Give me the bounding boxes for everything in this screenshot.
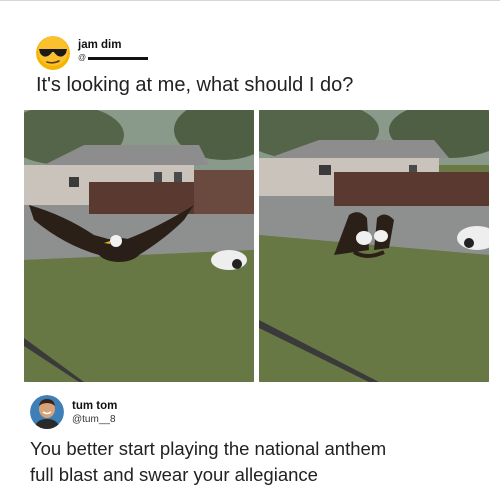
profile-photo-icon[interactable] bbox=[30, 395, 64, 429]
post-author-name[interactable]: jam dim bbox=[78, 39, 121, 51]
reply-text-line-1: You better start playing the national an… bbox=[30, 438, 387, 459]
top-divider bbox=[0, 0, 500, 1]
reply-text-line-2: full blast and swear your allegiance bbox=[30, 464, 318, 485]
original-post: jam dim @ It's looking at me, what shoul… bbox=[36, 36, 476, 98]
photo-grid bbox=[24, 110, 489, 382]
reply-post: tum tom @tum__8 You better start playing… bbox=[30, 395, 475, 495]
redacted-handle-bar bbox=[88, 57, 148, 60]
sunglasses-emoji-icon[interactable] bbox=[36, 36, 70, 70]
post-author-handle[interactable]: @ bbox=[78, 53, 86, 62]
eagle-photo-left[interactable] bbox=[24, 110, 254, 382]
reply-author-name[interactable]: tum tom bbox=[72, 400, 117, 412]
post-text: It's looking at me, what should I do? bbox=[36, 74, 354, 96]
reply-text: You better start playing the national an… bbox=[30, 436, 475, 488]
eagle-photo-right[interactable] bbox=[259, 110, 489, 382]
reply-author-handle[interactable]: @tum__8 bbox=[72, 414, 116, 425]
